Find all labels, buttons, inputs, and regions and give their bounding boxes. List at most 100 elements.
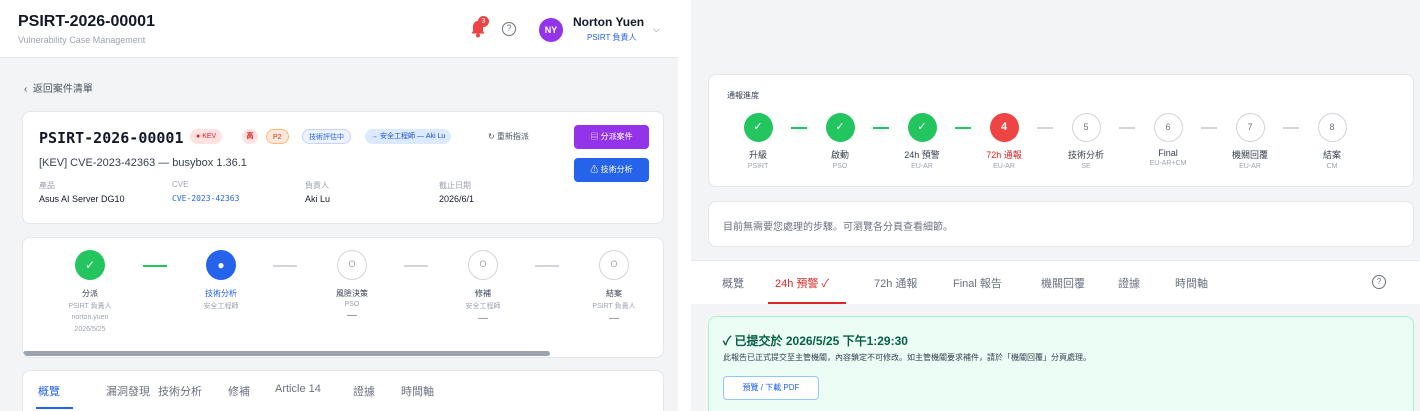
field-label-product: 產品 <box>39 181 55 190</box>
step-number-badge: 6 <box>1153 113 1183 142</box>
priority-badge: P2 <box>266 129 289 144</box>
notification-badge: 3 <box>478 16 489 27</box>
tab-evidence[interactable]: 證據 <box>353 383 375 399</box>
tab-overview[interactable]: 概覽 <box>38 383 60 399</box>
tab-patch[interactable]: 修補 <box>228 383 250 399</box>
field-label-owner: 負責人 <box>305 181 329 190</box>
progress-step-role: CM <box>1326 163 1338 170</box>
back-link[interactable]: ‹ 返回案件清單 <box>24 80 93 95</box>
horizontal-scrollbar[interactable] <box>23 351 550 356</box>
tab-evidence[interactable]: 證據 <box>1118 275 1140 291</box>
kev-badge: ● KEV <box>190 129 223 144</box>
reassign-link[interactable]: ↻ 重新指派 <box>488 131 529 142</box>
progress-step-role: EU-AR <box>993 163 1015 170</box>
submitted-body: 此報告已正式提交至主管機關，內容鎖定不可修改。如主管機關要求補件，請於「機關回覆… <box>723 353 1091 362</box>
active-tab-indicator <box>768 302 846 304</box>
case-detail-panel: PSIRT-2026-00001 Vulnerability Case Mana… <box>0 0 678 411</box>
workflow-step-status: — <box>478 313 488 324</box>
progress-step-role: SE <box>1081 163 1091 170</box>
check-icon: ✓ <box>825 113 855 142</box>
progress-step-label: 升級 <box>748 150 767 160</box>
severity-badge: 高 <box>242 129 258 144</box>
field-value-cve[interactable]: CVE-2023-42363 <box>172 194 239 203</box>
workflow-step-role: PSIRT 負責人 <box>592 303 636 310</box>
workflow-step-assign[interactable]: ✓ 分派 PSIRT 負責人 norton.yuen 2026/5/25 <box>50 250 130 335</box>
progress-step-label: 結案 <box>1322 150 1341 160</box>
notice-text: 目前無需要您處理的步驟。可瀏覽各分頁查看細節。 <box>723 222 953 233</box>
tab-tech-analysis[interactable]: 技術分析 <box>158 383 202 399</box>
pending-step-icon: O <box>337 250 367 280</box>
tab-findings[interactable]: 漏洞發現 <box>106 383 150 399</box>
step-number-badge: 5 <box>1071 113 1101 142</box>
pending-step-icon: O <box>468 250 498 280</box>
progress-step-activate[interactable]: ✓ 啟動 PSO <box>805 113 875 170</box>
active-tab-indicator <box>36 407 73 409</box>
field-value-owner: Aki Lu <box>305 194 331 204</box>
progress-step-label: 72h 通報 <box>986 150 1022 160</box>
pdf-button[interactable]: 預覽 / 下載 PDF <box>723 376 819 400</box>
help-icon[interactable]: ? <box>1372 275 1386 289</box>
tab-final-report[interactable]: Final 報告 <box>953 275 1002 291</box>
progress-step-72h[interactable]: 4 72h 通報 EU-AR <box>969 113 1039 170</box>
workflow-step-label: 技術分析 <box>205 289 237 298</box>
tab-24h-warning[interactable]: 24h 預警 ✓ <box>775 275 829 291</box>
tab-authority-reply[interactable]: 機關回覆 <box>1041 275 1085 291</box>
progress-step-role: EU-AR+CM <box>1149 160 1187 167</box>
workflow-step-label: 結案 <box>606 289 622 298</box>
field-label-cve: CVE <box>172 180 189 189</box>
progress-step-close[interactable]: 8 結案 CM <box>1297 113 1367 170</box>
workflow-step-status: — <box>347 310 357 321</box>
tab-72h-report[interactable]: 72h 通報 <box>874 275 917 291</box>
workflow-step-role: 安全工程師 <box>203 303 239 310</box>
report-tabs: 概覽 24h 預警 ✓ 72h 通報 Final 報告 機關回覆 證據 時間軸 … <box>691 260 1420 304</box>
step-number-badge: 7 <box>1235 113 1265 142</box>
chevron-left-icon: ‹ <box>24 84 28 95</box>
workflow-card: ✓ 分派 PSIRT 負責人 norton.yuen 2026/5/25 ● 技… <box>22 237 664 358</box>
tab-article-14[interactable]: Article 14 <box>275 383 321 395</box>
assign-case-button[interactable]: ▤ 分派案件 <box>574 125 649 149</box>
progress-step-final[interactable]: 6 Final EU-AR+CM <box>1133 113 1203 167</box>
tab-overview[interactable]: 概覽 <box>722 275 744 291</box>
workflow-connector <box>404 265 428 267</box>
step-number-badge: 4 <box>989 113 1019 142</box>
progress-title: 通報進度 <box>727 91 759 100</box>
avatar[interactable]: NY <box>539 18 563 42</box>
case-id: PSIRT-2026-00001 <box>39 129 184 147</box>
submitted-banner: ✓ 已提交於 2026/5/25 下午1:29:30 此報告已正式提交至主管機關… <box>708 316 1414 411</box>
workflow-step-close[interactable]: O 結案 PSIRT 負責人 — <box>574 250 654 324</box>
back-link-label: 返回案件清單 <box>32 84 93 95</box>
user-name[interactable]: Norton Yuen <box>573 15 644 29</box>
progress-step-tech[interactable]: 5 技術分析 SE <box>1051 113 1121 170</box>
kev-badge-label: KEV <box>202 133 217 140</box>
kev-dot-icon: ● <box>196 133 201 140</box>
case-tabs: 概覽 漏洞發現 技術分析 修補 Article 14 證據 時間軸 <box>22 370 664 411</box>
tab-timeline[interactable]: 時間軸 <box>401 383 434 399</box>
progress-step-role: PSIRT <box>747 163 769 170</box>
assignee-badge: → 安全工程師 — Aki Lu <box>365 129 452 144</box>
report-progress-card: 通報進度 ✓ 升級 PSIRT ✓ 啟動 PSO ✓ 24h 預警 EU-AR <box>708 74 1414 187</box>
chevron-down-icon[interactable]: ⌵ <box>653 24 660 35</box>
tab-timeline[interactable]: 時間軸 <box>1175 275 1208 291</box>
workflow-step-role: PSIRT 負責人 <box>68 303 112 310</box>
workflow-step-status: — <box>609 313 619 324</box>
check-icon: ✓ <box>743 113 773 142</box>
field-value-due: 2026/6/1 <box>439 194 475 204</box>
workflow-step-role: 安全工程師 <box>465 303 501 310</box>
progress-step-24h[interactable]: ✓ 24h 預警 EU-AR <box>887 113 957 170</box>
workflow-step-risk-decision[interactable]: O 風險決策 PSO — <box>312 250 392 321</box>
notice-card: 目前無需要您處理的步驟。可瀏覽各分頁查看細節。 <box>708 201 1414 247</box>
progress-step-label: 技術分析 <box>1067 150 1104 160</box>
workflow-step-patch[interactable]: O 修補 安全工程師 — <box>443 250 523 324</box>
workflow-step-tech-analysis[interactable]: ● 技術分析 安全工程師 <box>181 250 261 311</box>
progress-step-role: PSO <box>832 163 848 170</box>
help-icon[interactable]: ? <box>502 22 516 36</box>
submitted-title: ✓ 已提交於 2026/5/25 下午1:29:30 <box>723 334 908 348</box>
app-title: PSIRT-2026-00001 <box>18 13 155 30</box>
user-role: PSIRT 負責人 <box>587 33 637 42</box>
progress-step-escalate[interactable]: ✓ 升級 PSIRT <box>723 113 793 170</box>
workflow-connector <box>535 265 559 267</box>
tech-analysis-button[interactable]: ⚠ 技術分析 <box>574 158 649 182</box>
workflow-step-user: norton.yuen <box>71 314 109 321</box>
progress-step-authority-reply[interactable]: 7 機關回覆 EU-AR <box>1215 113 1285 170</box>
workflow-connector <box>273 265 297 267</box>
